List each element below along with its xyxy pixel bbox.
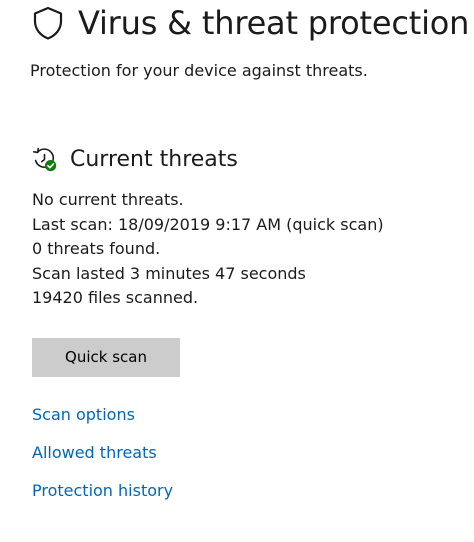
quick-scan-button[interactable]: Quick scan bbox=[32, 338, 180, 377]
threat-status-text: No current threats. bbox=[32, 190, 184, 209]
threats-found-text: 0 threats found. bbox=[32, 239, 161, 258]
protection-history-link[interactable]: Protection history bbox=[32, 479, 173, 503]
threat-history-icon bbox=[32, 147, 57, 172]
page-title: Virus & threat protection bbox=[78, 4, 470, 42]
current-threats-header: Current threats bbox=[32, 144, 432, 178]
page-subtitle: Protection for your device against threa… bbox=[30, 61, 368, 80]
scan-duration-text: Scan lasted 3 minutes 47 seconds bbox=[32, 263, 306, 283]
last-scan-text: Last scan: 18/09/2019 9:17 AM (quick sca… bbox=[32, 214, 384, 234]
page-header: Virus & threat protection bbox=[32, 2, 474, 46]
scan-status-list: No current threats. Last scan: 18/09/201… bbox=[32, 188, 384, 311]
shield-icon bbox=[32, 6, 64, 40]
allowed-threats-link[interactable]: Allowed threats bbox=[32, 441, 157, 465]
files-scanned-text: 19420 files scanned. bbox=[32, 288, 199, 307]
scan-options-link[interactable]: Scan options bbox=[32, 403, 135, 427]
section-title: Current threats bbox=[70, 147, 238, 172]
